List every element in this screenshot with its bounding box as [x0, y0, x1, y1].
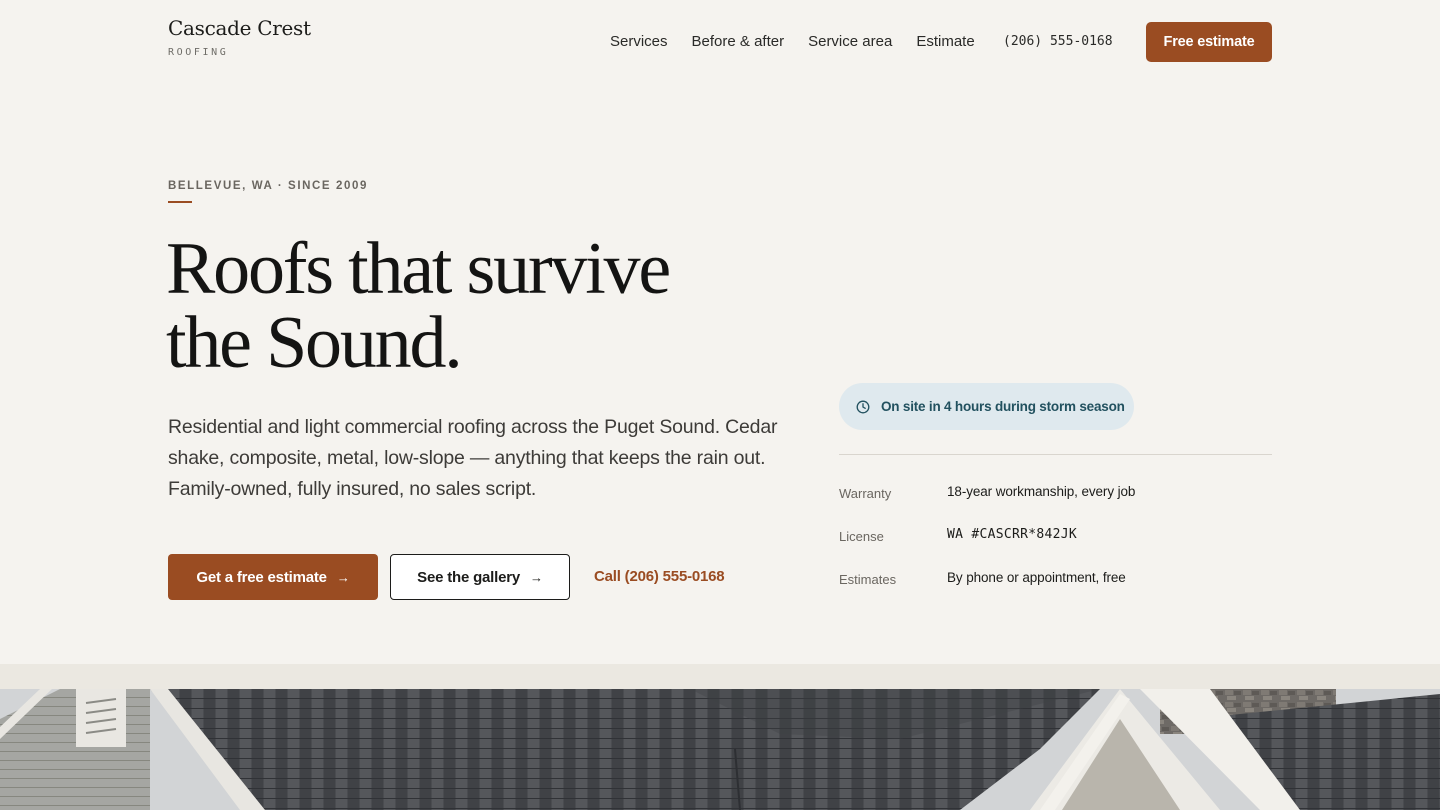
roof-hero-photo: [0, 689, 1440, 810]
fact-value: 18-year workmanship, every job: [947, 484, 1136, 499]
page-headline: Roofs that survive the Sound.: [166, 232, 786, 380]
fact-value: By phone or appointment, free: [947, 570, 1126, 585]
facts-divider: [839, 454, 1272, 455]
location-eyebrow: BELLEVUE, WA · SINCE 2009: [168, 180, 368, 192]
photo-frame-band: [0, 664, 1440, 689]
call-phone-link[interactable]: Call (206) 555-0168: [594, 568, 725, 585]
fact-row-estimates: Estimates By phone or appointment, free: [839, 570, 1272, 613]
arrow-right-icon: →: [530, 569, 543, 585]
fact-label: Warranty: [839, 486, 892, 501]
fact-value: WA #CASCRR*842JK: [947, 527, 1078, 542]
clock-icon: [856, 400, 870, 413]
header-phone-link[interactable]: (206) 555-0168: [1003, 33, 1113, 51]
brand-name: Cascade Crest: [168, 16, 311, 40]
arrow-right-icon: →: [336, 569, 350, 585]
fact-row-warranty: Warranty 18-year workmanship, every job: [839, 484, 1272, 527]
site-header: Cascade Crest ROOFING Services Before & …: [0, 0, 1440, 84]
nav-link-services[interactable]: Services: [610, 33, 668, 51]
main-nav: Services Before & after Service area Est…: [610, 33, 999, 51]
free-estimate-button[interactable]: Free estimate: [1146, 22, 1272, 62]
nav-link-service-area[interactable]: Service area: [808, 33, 892, 51]
get-free-estimate-button[interactable]: Get a free estimate →: [168, 554, 378, 600]
storm-response-badge: On site in 4 hours during storm season: [839, 383, 1134, 430]
get-free-estimate-label: Get a free estimate: [196, 568, 327, 586]
fact-row-license: License WA #CASCRR*842JK: [839, 527, 1272, 570]
storm-response-text: On site in 4 hours during storm season: [881, 399, 1125, 414]
roof-illustration: [0, 689, 1440, 810]
see-gallery-label: See the gallery: [417, 568, 521, 586]
fact-label: Estimates: [839, 572, 897, 587]
see-gallery-button[interactable]: See the gallery →: [390, 554, 570, 600]
nav-link-estimate[interactable]: Estimate: [916, 33, 974, 51]
hero-description: Residential and light commercial roofing…: [168, 416, 778, 500]
eyebrow-accent-rule: [168, 201, 192, 203]
brand-logo[interactable]: Cascade Crest ROOFING: [168, 16, 311, 58]
nav-link-before-after[interactable]: Before & after: [692, 33, 785, 51]
fact-label: License: [839, 529, 884, 544]
headline-line-1: Roofs that survive: [166, 228, 671, 310]
company-facts: Warranty 18-year workmanship, every job …: [839, 484, 1272, 613]
brand-tagline: ROOFING: [168, 47, 229, 58]
headline-line-2: the Sound.: [166, 302, 463, 384]
